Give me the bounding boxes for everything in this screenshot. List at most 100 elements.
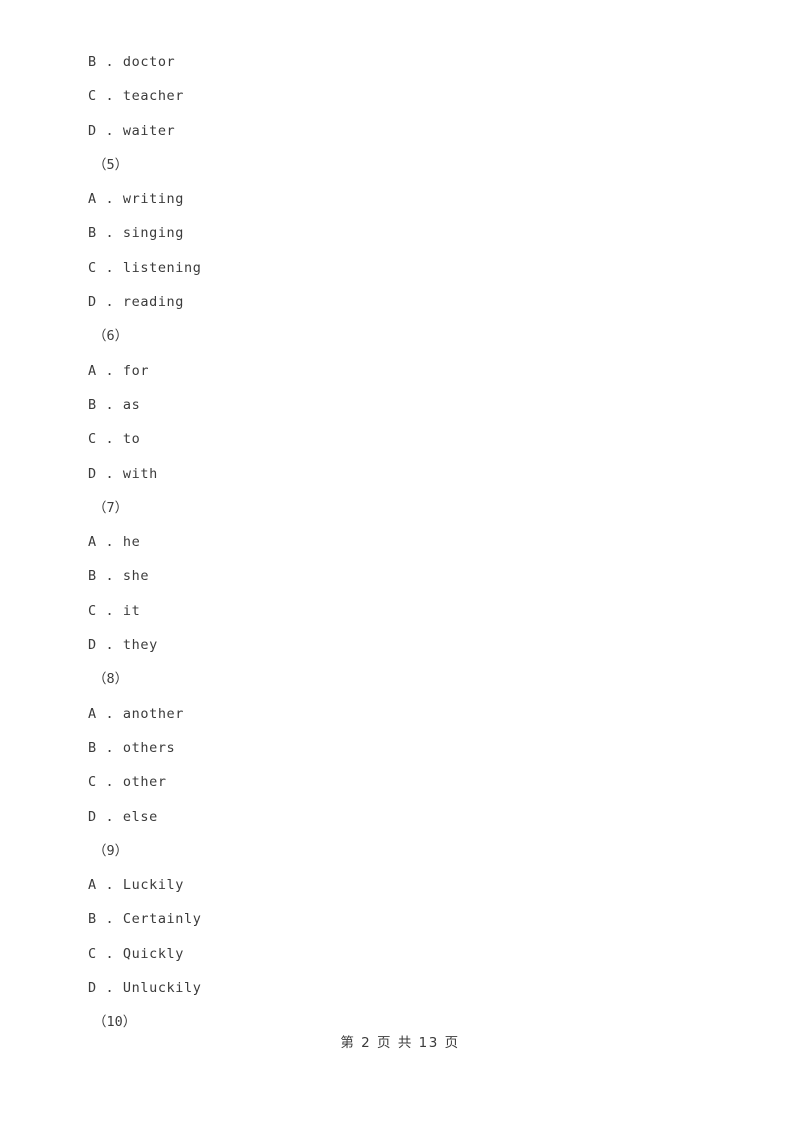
option-letter: A: [88, 877, 97, 894]
option-letter: D: [88, 637, 97, 654]
option-text: Luckily: [122, 877, 185, 894]
option-text: reading: [122, 294, 185, 311]
option-separator: .: [96, 396, 123, 413]
option-text: else: [122, 808, 158, 825]
option-letter: D: [88, 122, 97, 139]
option-separator: .: [96, 602, 123, 619]
answer-option[interactable]: D . they: [88, 628, 708, 662]
answer-option[interactable]: A . for: [88, 354, 708, 388]
option-letter: D: [88, 980, 97, 997]
answer-option[interactable]: C . other: [88, 765, 708, 799]
option-separator: .: [96, 362, 123, 379]
option-letter: B: [88, 54, 97, 70]
option-text: teacher: [122, 88, 185, 105]
option-separator: .: [96, 431, 123, 448]
option-letter: B: [88, 911, 97, 928]
option-separator: .: [96, 88, 123, 105]
question-list: B . doctor C . teacher D . waiter （5） A . wr…: [88, 45, 708, 1040]
question-number: （9）: [93, 842, 129, 859]
option-separator: .: [96, 122, 123, 139]
option-text: they: [122, 637, 158, 654]
answer-option[interactable]: C . teacher: [88, 79, 708, 113]
document-page: B . doctor C . teacher D . waiter （5） A . wr…: [0, 0, 800, 1132]
option-letter: B: [88, 225, 97, 242]
option-separator: .: [96, 911, 123, 928]
option-text: writing: [122, 191, 185, 208]
answer-option[interactable]: A . another: [88, 697, 708, 731]
option-separator: .: [96, 637, 123, 654]
answer-option[interactable]: D . else: [88, 800, 708, 834]
option-separator: .: [96, 534, 123, 551]
answer-option[interactable]: A . he: [88, 525, 708, 559]
question-number: （5）: [93, 156, 129, 173]
answer-option[interactable]: C . listening: [88, 251, 708, 285]
option-text: for: [122, 362, 150, 379]
answer-option[interactable]: A . Luckily: [88, 868, 708, 902]
option-text: Quickly: [122, 945, 185, 962]
option-separator: .: [96, 294, 123, 311]
option-text: she: [122, 568, 150, 585]
answer-option[interactable]: D . Unluckily: [88, 971, 708, 1005]
option-separator: .: [96, 739, 123, 756]
answer-option[interactable]: B . doctor: [88, 45, 708, 79]
option-letter: C: [88, 602, 97, 619]
option-text: it: [122, 602, 141, 619]
answer-option[interactable]: C . it: [88, 594, 708, 628]
answer-option[interactable]: B . others: [88, 731, 708, 765]
question-number: （6）: [93, 328, 129, 345]
option-letter: B: [88, 739, 97, 756]
option-separator: .: [96, 225, 123, 242]
option-text: doctor: [122, 54, 176, 70]
option-text: with: [122, 465, 158, 482]
option-separator: .: [96, 945, 123, 962]
option-letter: D: [88, 294, 97, 311]
option-text: to: [122, 431, 141, 448]
option-letter: A: [88, 191, 97, 208]
option-text: another: [122, 705, 185, 722]
option-text: as: [122, 396, 141, 413]
option-text: listening: [122, 259, 202, 276]
option-text: singing: [122, 225, 185, 242]
option-separator: .: [96, 54, 123, 70]
option-separator: .: [96, 465, 123, 482]
option-letter: C: [88, 259, 97, 276]
question-number: （7）: [93, 499, 129, 516]
option-letter: D: [88, 465, 97, 482]
option-separator: .: [96, 774, 123, 791]
question-number: （8）: [93, 671, 129, 688]
option-separator: .: [96, 877, 123, 894]
option-letter: C: [88, 945, 97, 962]
answer-option[interactable]: A . writing: [88, 182, 708, 216]
option-letter: C: [88, 774, 97, 791]
option-letter: D: [88, 808, 97, 825]
answer-option[interactable]: D . waiter: [88, 114, 708, 148]
option-text: others: [122, 739, 176, 756]
option-letter: B: [88, 396, 97, 413]
answer-option[interactable]: B . as: [88, 388, 708, 422]
option-separator: .: [96, 568, 123, 585]
option-letter: B: [88, 568, 97, 585]
answer-option[interactable]: B . singing: [88, 216, 708, 250]
option-text: Unluckily: [122, 980, 202, 997]
option-letter: C: [88, 431, 97, 448]
option-separator: .: [96, 191, 123, 208]
option-separator: .: [96, 705, 123, 722]
option-letter: A: [88, 534, 97, 551]
answer-option[interactable]: B . Certainly: [88, 902, 708, 936]
option-text: waiter: [122, 122, 176, 139]
option-text: other: [122, 774, 167, 791]
answer-option[interactable]: C . Quickly: [88, 937, 708, 971]
answer-option[interactable]: D . with: [88, 457, 708, 491]
option-letter: A: [88, 705, 97, 722]
answer-option[interactable]: D . reading: [88, 285, 708, 319]
option-letter: C: [88, 88, 97, 105]
answer-option[interactable]: B . she: [88, 559, 708, 593]
option-separator: .: [96, 980, 123, 997]
answer-option[interactable]: C . to: [88, 422, 708, 456]
page-footer: 第 2 页 共 13 页: [340, 1035, 460, 1051]
option-separator: .: [96, 808, 123, 825]
option-text: he: [122, 534, 141, 551]
option-letter: A: [88, 362, 97, 379]
option-separator: .: [96, 259, 123, 276]
option-text: Certainly: [122, 911, 202, 928]
